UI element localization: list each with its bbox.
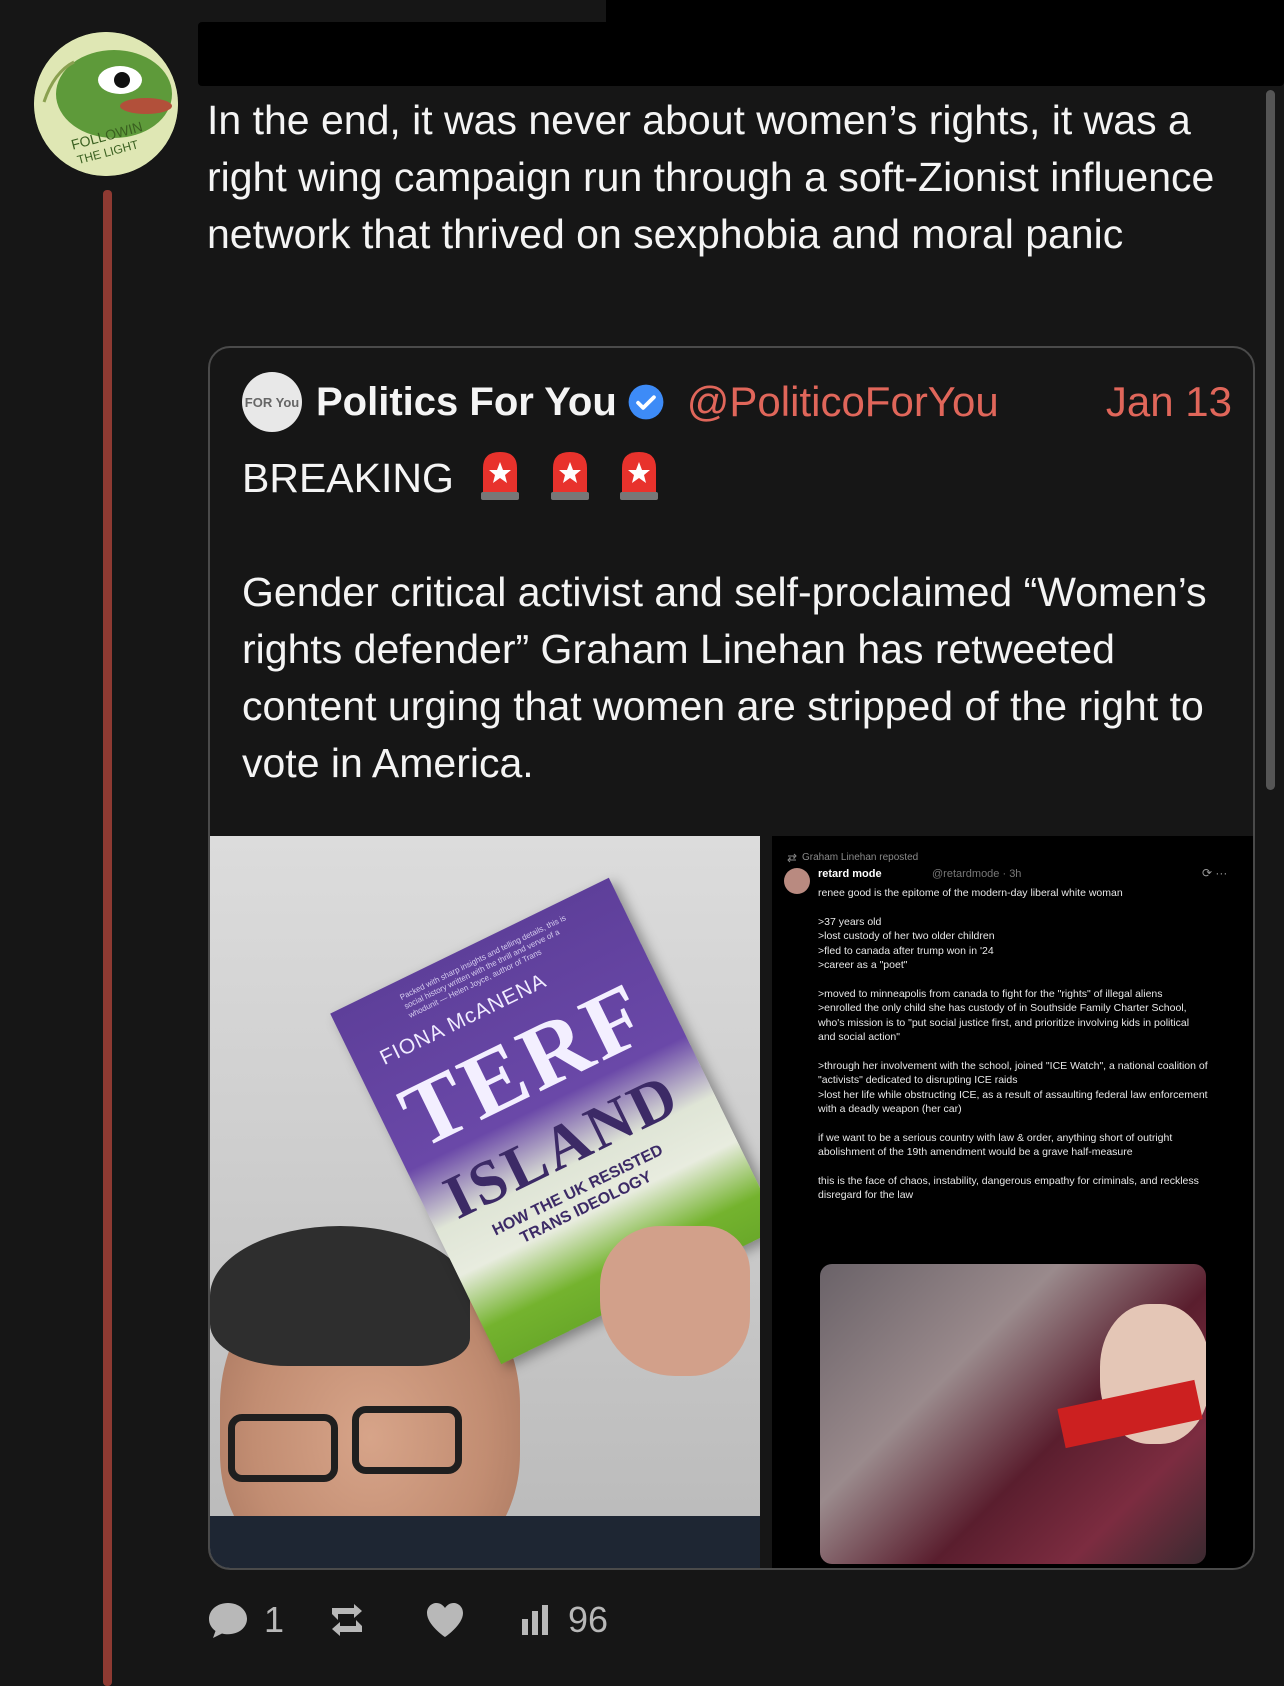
retweet-line: >career as a "poet" bbox=[818, 959, 908, 971]
views-button[interactable]: 96 bbox=[520, 1599, 608, 1641]
quoted-author-name[interactable]: Politics For You bbox=[316, 380, 617, 425]
quoted-author-avatar[interactable]: FOR You bbox=[242, 372, 302, 432]
retweet-line: >37 years old bbox=[818, 915, 882, 928]
retweet-line: >moved to minneapolis from canada to fig… bbox=[818, 987, 1163, 1000]
reply-count: 1 bbox=[264, 1599, 285, 1640]
scrollbar[interactable] bbox=[1266, 90, 1275, 790]
repost-button[interactable] bbox=[324, 1600, 384, 1640]
photo-glasses-left bbox=[228, 1414, 338, 1482]
retweet-line: renee good is the epitome of the modern-… bbox=[818, 887, 1123, 899]
reply-button[interactable]: 1 bbox=[206, 1599, 284, 1641]
views-icon bbox=[522, 1605, 549, 1635]
retweet-line: this is the face of chaos, instability, … bbox=[818, 1174, 1199, 1202]
thread-line bbox=[103, 190, 112, 1686]
pepe-avatar-image: FOLLOWIN THE LIGHT bbox=[34, 32, 178, 176]
breaking-line: BREAKING bbox=[242, 450, 1232, 507]
redacted-username-bar bbox=[198, 22, 1284, 86]
photo-glasses-right bbox=[352, 1406, 462, 1474]
author-avatar[interactable]: FOLLOWIN THE LIGHT bbox=[34, 32, 178, 176]
retweet-line: >lost custody of her two older children bbox=[818, 930, 995, 942]
like-button[interactable] bbox=[424, 1601, 480, 1639]
photo-shirt bbox=[210, 1516, 760, 1568]
quoted-post-text: BREAKING Gender critical activist and se… bbox=[242, 450, 1232, 792]
siren-icon bbox=[620, 452, 659, 500]
views-count: 96 bbox=[568, 1599, 609, 1640]
retweet-author-name: retard mode bbox=[818, 868, 882, 880]
retweet-line: >enrolled the only child she has custody… bbox=[818, 1002, 1190, 1043]
media-photo-book[interactable]: Packed with sharp insights and telling d… bbox=[210, 836, 760, 1568]
media-screenshot-retweet[interactable]: Graham Linehan reposted retard mode @ret… bbox=[772, 836, 1253, 1568]
retweet-video-thumbnail[interactable] bbox=[820, 1264, 1206, 1564]
verified-badge-icon bbox=[628, 384, 664, 420]
reposted-by-label: Graham Linehan reposted bbox=[802, 852, 919, 863]
retweet-author-handle: @retardmode · 3h bbox=[932, 868, 1022, 880]
repost-icon bbox=[332, 1604, 363, 1636]
post-text: In the end, it was never about women’s r… bbox=[207, 97, 1215, 257]
quoted-post-header: FOR You Politics For You @PoliticoForYou… bbox=[242, 372, 1232, 432]
siren-icon bbox=[550, 452, 589, 500]
retweet-author-avatar bbox=[784, 868, 810, 894]
retweet-line: >through her involvement with the school… bbox=[818, 1059, 1208, 1087]
post-actions-bar: 1 96 bbox=[206, 1598, 648, 1642]
quoted-author-handle[interactable]: @PoliticoForYou bbox=[687, 378, 999, 426]
retweet-line: >fled to canada after trump won in '24 bbox=[818, 944, 994, 957]
comment-icon bbox=[209, 1603, 247, 1638]
heart-icon bbox=[427, 1603, 464, 1637]
quoted-post-date[interactable]: Jan 13 bbox=[1106, 378, 1232, 426]
siren-icon bbox=[481, 452, 520, 500]
photo-hand bbox=[600, 1226, 750, 1376]
quoted-post-card[interactable]: FOR You Politics For You @PoliticoForYou… bbox=[208, 346, 1255, 1570]
retweet-body: renee good is the epitome of the modern-… bbox=[818, 886, 1208, 1203]
repost-icon bbox=[787, 853, 797, 863]
more-options-icon: ⟳ ··· bbox=[1202, 866, 1228, 880]
quoted-post-body: Gender critical activist and self-procla… bbox=[242, 569, 1207, 786]
redacted-header-bar bbox=[606, 0, 1284, 30]
photo-hair bbox=[210, 1226, 470, 1366]
retweet-line: >lost her life while obstructing ICE, as… bbox=[818, 1088, 1208, 1116]
breaking-label: BREAKING bbox=[242, 455, 454, 501]
retweet-line: if we want to be a serious country with … bbox=[818, 1131, 1173, 1159]
